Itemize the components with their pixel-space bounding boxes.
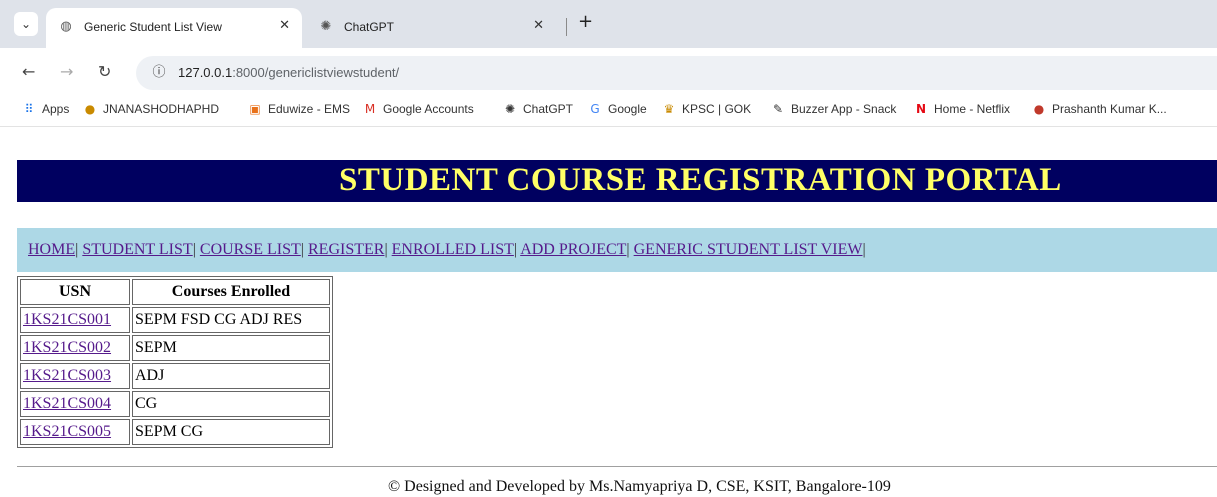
tab-divider — [566, 18, 567, 36]
table-row: 1KS21CS005 SEPM CG — [20, 419, 330, 445]
footer-credit: © Designed and Developed by Ms.Namyapriy… — [388, 478, 891, 495]
tab-close-icon[interactable]: ✕ — [279, 18, 290, 33]
bookmark-apps[interactable]: ⠿ Apps — [22, 102, 70, 116]
bookmarks-bar: ⠿ Apps ● JNANASHODHAPHD ▣ Eduwize - EMS M Go… — [0, 96, 1217, 127]
profile-icon: ● — [1033, 102, 1045, 116]
usn-link[interactable]: 1KS21CS003 — [23, 367, 111, 384]
column-header-usn: USN — [20, 279, 130, 305]
globe-icon: ◍ — [60, 19, 72, 34]
bookmark-google[interactable]: G Google — [588, 102, 646, 116]
footer-divider — [17, 466, 1217, 467]
bookmark-jnanashodhaphd[interactable]: ● JNANASHODHAPHD — [83, 102, 219, 116]
chatgpt-icon: ✺ — [320, 19, 332, 34]
reload-icon[interactable]: ↻ — [98, 62, 111, 81]
eduwize-icon: ▣ — [249, 102, 261, 116]
table-row: 1KS21CS002 SEPM — [20, 335, 330, 361]
usn-link[interactable]: 1KS21CS001 — [23, 311, 111, 328]
table-row: 1KS21CS001 SEPM FSD CG ADJ RES — [20, 307, 330, 333]
tab-title: ChatGPT — [344, 20, 395, 34]
browser-tab-bar: ⌄ ◍ Generic Student List View ✕ ✺ ChatGP… — [0, 0, 1217, 48]
column-header-courses: Courses Enrolled — [132, 279, 330, 305]
bookmark-netflix[interactable]: N Home - Netflix — [914, 102, 1010, 116]
tab-title: Generic Student List View — [84, 20, 222, 34]
nav-student-list-link[interactable]: STUDENT LIST — [82, 241, 192, 258]
netflix-icon: N — [915, 102, 927, 116]
nav-links: HOME| STUDENT LIST| COURSE LIST| REGISTE… — [28, 241, 866, 258]
apps-grid-icon: ⠿ — [24, 102, 34, 116]
site-info-icon[interactable]: ⓘ — [150, 64, 168, 82]
pin-icon: ● — [84, 102, 96, 116]
nav-home-link[interactable]: HOME — [28, 241, 75, 258]
table-header-row: USN Courses Enrolled — [20, 279, 330, 305]
back-arrow-icon[interactable]: ← — [22, 62, 35, 81]
tab-generic-student-list-view[interactable]: ◍ Generic Student List View ✕ — [46, 8, 302, 48]
courses-cell: SEPM FSD CG ADJ RES — [132, 307, 330, 333]
student-courses-table: USN Courses Enrolled 1KS21CS001 SEPM FSD… — [17, 276, 333, 448]
nav-add-project-link[interactable]: ADD PROJECT — [520, 241, 626, 258]
tab-close-icon[interactable]: ✕ — [533, 18, 544, 33]
table-row: 1KS21CS003 ADJ — [20, 363, 330, 389]
page-title: STUDENT COURSE REGISTRATION PORTAL — [339, 162, 1062, 198]
courses-cell: SEPM CG — [132, 419, 330, 445]
gmail-icon: M — [364, 102, 376, 116]
bookmark-buzzer-app[interactable]: ✎ Buzzer App - Snack — [771, 102, 896, 116]
url-text: 127.0.0.1:8000/genericlistviewstudent/ — [178, 65, 400, 80]
bookmark-kpsc[interactable]: ♛ KPSC | GOK — [662, 102, 752, 116]
tab-search-chevron-icon[interactable]: ⌄ — [14, 12, 38, 36]
kpsc-icon: ♛ — [663, 102, 675, 116]
bookmark-eduwize[interactable]: ▣ Eduwize - EMS — [248, 102, 350, 116]
nav-generic-student-list-view-link[interactable]: GENERIC STUDENT LIST VIEW — [634, 241, 863, 258]
courses-cell: ADJ — [132, 363, 330, 389]
courses-cell: SEPM — [132, 335, 330, 361]
usn-link[interactable]: 1KS21CS002 — [23, 339, 111, 356]
address-bar[interactable]: ⓘ 127.0.0.1:8000/genericlistviewstudent/ — [136, 56, 1217, 90]
forward-arrow-icon[interactable]: → — [60, 62, 73, 81]
tab-chatgpt[interactable]: ✺ ChatGPT ✕ — [306, 8, 556, 48]
chatgpt-icon: ✺ — [504, 102, 516, 116]
buzzer-icon: ✎ — [772, 102, 784, 116]
portal-banner: STUDENT COURSE REGISTRATION PORTAL — [17, 160, 1217, 202]
nav-register-link[interactable]: REGISTER — [308, 241, 384, 258]
bookmark-chatgpt[interactable]: ✺ ChatGPT — [503, 102, 573, 116]
browser-toolbar: ← → ↻ ⓘ 127.0.0.1:8000/genericlistviewst… — [0, 48, 1217, 96]
table-row: 1KS21CS004 CG — [20, 391, 330, 417]
bookmark-prashanth-kumar[interactable]: ● Prashanth Kumar K... — [1032, 102, 1167, 116]
usn-link[interactable]: 1KS21CS005 — [23, 423, 111, 440]
nav-course-list-link[interactable]: COURSE LIST — [200, 241, 301, 258]
courses-cell: CG — [132, 391, 330, 417]
site-nav: HOME| STUDENT LIST| COURSE LIST| REGISTE… — [17, 228, 1217, 272]
bookmark-google-accounts[interactable]: M Google Accounts — [363, 102, 474, 116]
new-tab-plus-icon[interactable]: + — [578, 11, 593, 32]
nav-enrolled-list-link[interactable]: ENROLLED LIST — [392, 241, 514, 258]
usn-link[interactable]: 1KS21CS004 — [23, 395, 111, 412]
google-icon: G — [590, 102, 600, 116]
